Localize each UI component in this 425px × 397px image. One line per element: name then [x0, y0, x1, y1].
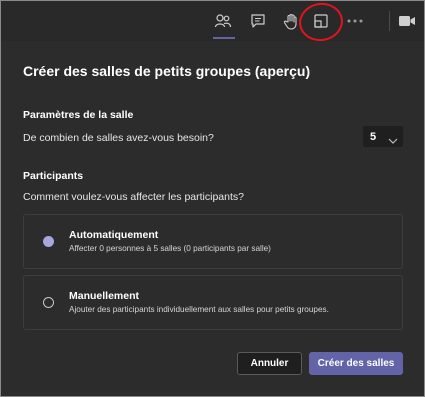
annotation-circle	[296, 1, 346, 44]
radio-automatic[interactable]	[43, 236, 54, 247]
option-automatic-description: Affecter 0 personnes à 5 salles (0 parti…	[69, 244, 271, 253]
option-manual[interactable]: Manuellement Ajouter des participants in…	[23, 275, 403, 330]
option-automatic[interactable]: Automatiquement Affecter 0 personnes à 5…	[23, 214, 403, 269]
dialog-title: Créer des salles de petits groupes (aper…	[23, 63, 311, 79]
video-icon[interactable]	[396, 10, 418, 32]
radio-manual[interactable]	[43, 297, 54, 308]
assignment-question: Comment voulez-vous affecter les partici…	[23, 191, 244, 203]
breakout-rooms-dialog: Créer des salles de petits groupes (aper…	[1, 41, 424, 396]
more-options-icon[interactable]	[344, 10, 366, 32]
option-manual-title: Manuellement	[69, 290, 140, 302]
meeting-toolbar	[1, 1, 424, 44]
chat-icon[interactable]	[247, 10, 269, 32]
option-automatic-title: Automatiquement	[69, 229, 159, 241]
room-count-dropdown[interactable]: 5	[363, 126, 403, 147]
room-count-value: 5	[370, 130, 377, 143]
active-tab-indicator	[213, 37, 235, 39]
toolbar-divider	[389, 11, 390, 31]
chevron-down-icon	[388, 132, 398, 150]
room-count-question: De combien de salles avez-vous besoin?	[23, 132, 214, 144]
participants-heading: Participants	[23, 170, 84, 182]
create-rooms-button[interactable]: Créer des salles	[309, 352, 403, 375]
cancel-button[interactable]: Annuler	[237, 352, 302, 375]
app-frame: Créer des salles de petits groupes (aper…	[0, 0, 425, 397]
participants-icon[interactable]	[212, 10, 234, 32]
option-manual-description: Ajouter des participants individuellemen…	[69, 305, 329, 314]
room-settings-heading: Paramètres de la salle	[23, 109, 134, 121]
